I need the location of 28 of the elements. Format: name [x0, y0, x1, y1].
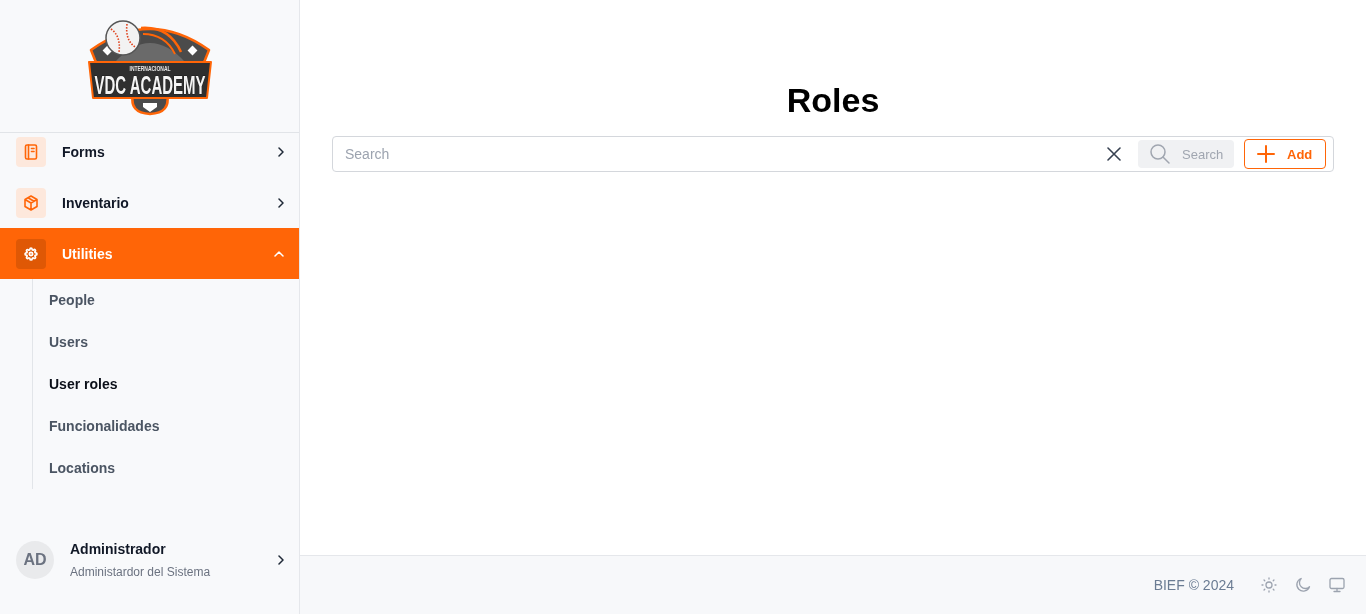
user-name: Administrador [70, 540, 167, 558]
moon-icon [1295, 577, 1311, 593]
plus-icon [1257, 145, 1275, 163]
sidebar-menu-item[interactable]: Inventario [0, 177, 299, 228]
user-avatar: AD [16, 541, 54, 579]
footer-copyright: BIEF © 2024 [1153, 577, 1234, 593]
submenu-link[interactable]: User roles [33, 363, 299, 405]
gear-icon [16, 238, 46, 269]
page-title: Roles [786, 80, 880, 121]
submenu-link[interactable]: Funcionalidades [33, 405, 299, 447]
system-theme-button[interactable] [1327, 575, 1347, 595]
chevron-right-icon [278, 555, 284, 565]
sidebar-menu-item[interactable]: Forms [0, 133, 299, 177]
close-icon [1107, 147, 1121, 161]
notebook-icon [16, 136, 46, 167]
user-role: Administardor del Sistema [70, 564, 212, 580]
submenu-link[interactable]: Users [33, 321, 299, 363]
logo-title: VDC ACADEMY [93, 70, 206, 99]
search-field[interactable]: Search [333, 137, 1102, 171]
submenu-link[interactable]: People [33, 279, 299, 321]
search-icon [1150, 144, 1170, 164]
light-theme-button[interactable] [1259, 575, 1279, 595]
dark-theme-button[interactable] [1293, 575, 1313, 595]
submenu-link[interactable]: Locations [33, 447, 299, 489]
cube-icon [16, 187, 46, 218]
sun-icon [1261, 577, 1277, 593]
monitor-icon [1329, 577, 1345, 593]
user-menu-button[interactable]: AD Administrador Administardor del Sistema [0, 530, 299, 590]
